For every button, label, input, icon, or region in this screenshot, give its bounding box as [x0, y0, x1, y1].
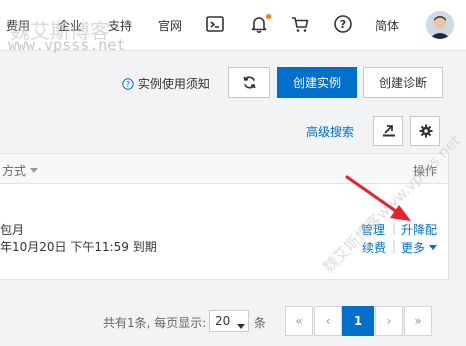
- pagination-summary: 共有1条, 每页显示:: [103, 316, 207, 330]
- prev-page-button[interactable]: ‹: [314, 306, 342, 336]
- last-page-button[interactable]: »: [404, 306, 432, 336]
- page-size-value: 20: [215, 314, 231, 328]
- first-page-button[interactable]: «: [285, 306, 313, 336]
- next-page-button[interactable]: ›: [375, 306, 403, 336]
- current-page-button[interactable]: 1: [342, 306, 374, 336]
- page-size-select[interactable]: 20: [209, 310, 249, 332]
- red-arrow-annotation: [345, 175, 411, 221]
- page-size-unit: 条: [254, 316, 267, 330]
- caret-down-icon: [237, 319, 245, 333]
